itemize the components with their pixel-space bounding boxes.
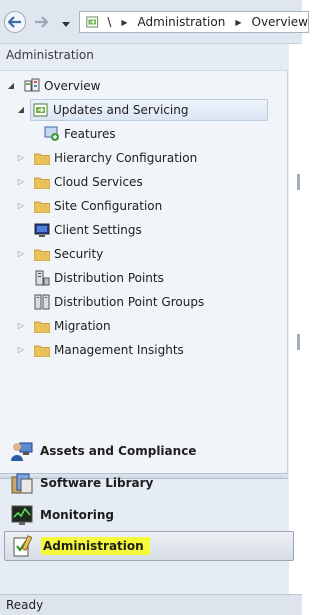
tree-item-client-settings[interactable]: Client Settings <box>34 219 142 241</box>
tree-item-label: Hierarchy Configuration <box>54 151 198 165</box>
administration-icon <box>13 535 33 557</box>
status-bar: Ready <box>0 594 302 615</box>
workspace-label: Administration <box>41 537 150 555</box>
software-library-icon <box>11 473 33 494</box>
breadcrumb-administration[interactable]: Administration <box>138 15 226 29</box>
tree-item-label: Overview <box>44 79 101 93</box>
tree-item-label: Management Insights <box>54 343 184 357</box>
expand-toggle-overview[interactable]: ◢ <box>6 81 16 90</box>
breadcrumb-separator-icon[interactable]: ▶ <box>235 18 241 27</box>
expand-toggle-hierarchy[interactable]: ▷ <box>16 153 26 162</box>
tree-item-management-insights[interactable]: Management Insights <box>34 339 184 361</box>
tree-item-features[interactable]: Features <box>44 123 116 145</box>
folder-icon <box>34 177 50 189</box>
tree-item-security[interactable]: Security <box>34 243 103 265</box>
tree-item-overview[interactable]: Overview <box>24 75 101 97</box>
workspace-software-library[interactable]: Software Library <box>4 468 294 498</box>
tree-item-distribution-point-groups[interactable]: Distribution Point Groups <box>34 291 204 313</box>
back-button[interactable] <box>4 11 26 33</box>
tree-item-label: Client Settings <box>54 223 142 237</box>
tree-item-label: Migration <box>54 319 111 333</box>
status-text: Ready <box>6 598 44 612</box>
tree-item-distribution-points[interactable]: Distribution Points <box>34 267 164 289</box>
distribution-points-icon <box>35 270 50 286</box>
monitoring-icon <box>11 505 33 525</box>
console-home-icon <box>86 16 99 28</box>
expand-toggle-insights[interactable]: ▷ <box>16 345 26 354</box>
navigation-pane: Administration ◢ Overview ◢ Updates and … <box>0 44 302 594</box>
tree-item-label: Cloud Services <box>54 175 143 189</box>
tree-item-label: Updates and Servicing <box>53 103 189 117</box>
tree-item-site-configuration[interactable]: Site Configuration <box>34 195 162 217</box>
tree-item-updates-and-servicing[interactable]: Updates and Servicing <box>30 99 268 121</box>
expand-toggle-cloud[interactable]: ▷ <box>16 177 26 186</box>
arrow-right-icon <box>35 16 48 28</box>
features-icon <box>44 126 59 141</box>
breadcrumb-root[interactable]: \ <box>107 15 111 29</box>
expand-toggle-updates[interactable]: ◢ <box>16 105 26 114</box>
scroll-marker <box>297 174 300 190</box>
tree-item-label: Security <box>54 247 104 261</box>
tree-item-label: Site Configuration <box>54 199 163 213</box>
forward-button[interactable] <box>30 11 52 33</box>
arrow-left-icon <box>8 16 21 28</box>
tree-item-cloud-services[interactable]: Cloud Services <box>34 171 143 193</box>
workspace-monitoring[interactable]: Monitoring <box>4 500 294 530</box>
breadcrumb-separator-icon[interactable]: ▶ <box>121 18 127 27</box>
tree-item-hierarchy-configuration[interactable]: Hierarchy Configuration <box>34 147 197 169</box>
breadcrumb-overview[interactable]: Overview <box>252 15 309 29</box>
pane-title: Administration <box>6 48 94 62</box>
workspace-assets-and-compliance[interactable]: Assets and Compliance <box>4 436 294 466</box>
distribution-point-groups-icon <box>34 294 50 310</box>
navigation-bar: \ ▶ Administration ▶ Overview <box>0 0 309 44</box>
workspace-administration[interactable]: Administration <box>4 531 294 561</box>
folder-icon <box>34 249 50 261</box>
expand-toggle-security[interactable]: ▷ <box>16 249 26 258</box>
tree-item-migration[interactable]: Migration <box>34 315 111 337</box>
tree-item-label: Distribution Points <box>54 271 164 285</box>
folder-icon <box>34 321 50 333</box>
scroll-marker <box>297 334 300 350</box>
expand-toggle-site[interactable]: ▷ <box>16 201 26 210</box>
workspace-label: Software Library <box>40 476 154 490</box>
tree-item-label: Features <box>64 127 116 141</box>
history-dropdown-button[interactable] <box>62 17 70 31</box>
tree-item-label: Distribution Point Groups <box>54 295 205 309</box>
updates-icon <box>33 103 48 117</box>
assets-and-compliance-icon <box>11 442 33 461</box>
address-breadcrumb[interactable]: \ ▶ Administration ▶ Overview <box>79 11 309 33</box>
overview-icon <box>24 78 40 92</box>
folder-icon <box>34 153 50 165</box>
client-settings-icon <box>34 223 50 237</box>
folder-icon <box>34 201 50 213</box>
tree-view: ◢ Overview ◢ Updates and Servicing Featu… <box>0 71 288 473</box>
expand-toggle-migration[interactable]: ▷ <box>16 321 26 330</box>
folder-icon <box>34 345 50 357</box>
workspace-label: Assets and Compliance <box>40 444 197 458</box>
chevron-down-icon <box>62 22 70 27</box>
workspace-label: Monitoring <box>40 508 114 522</box>
